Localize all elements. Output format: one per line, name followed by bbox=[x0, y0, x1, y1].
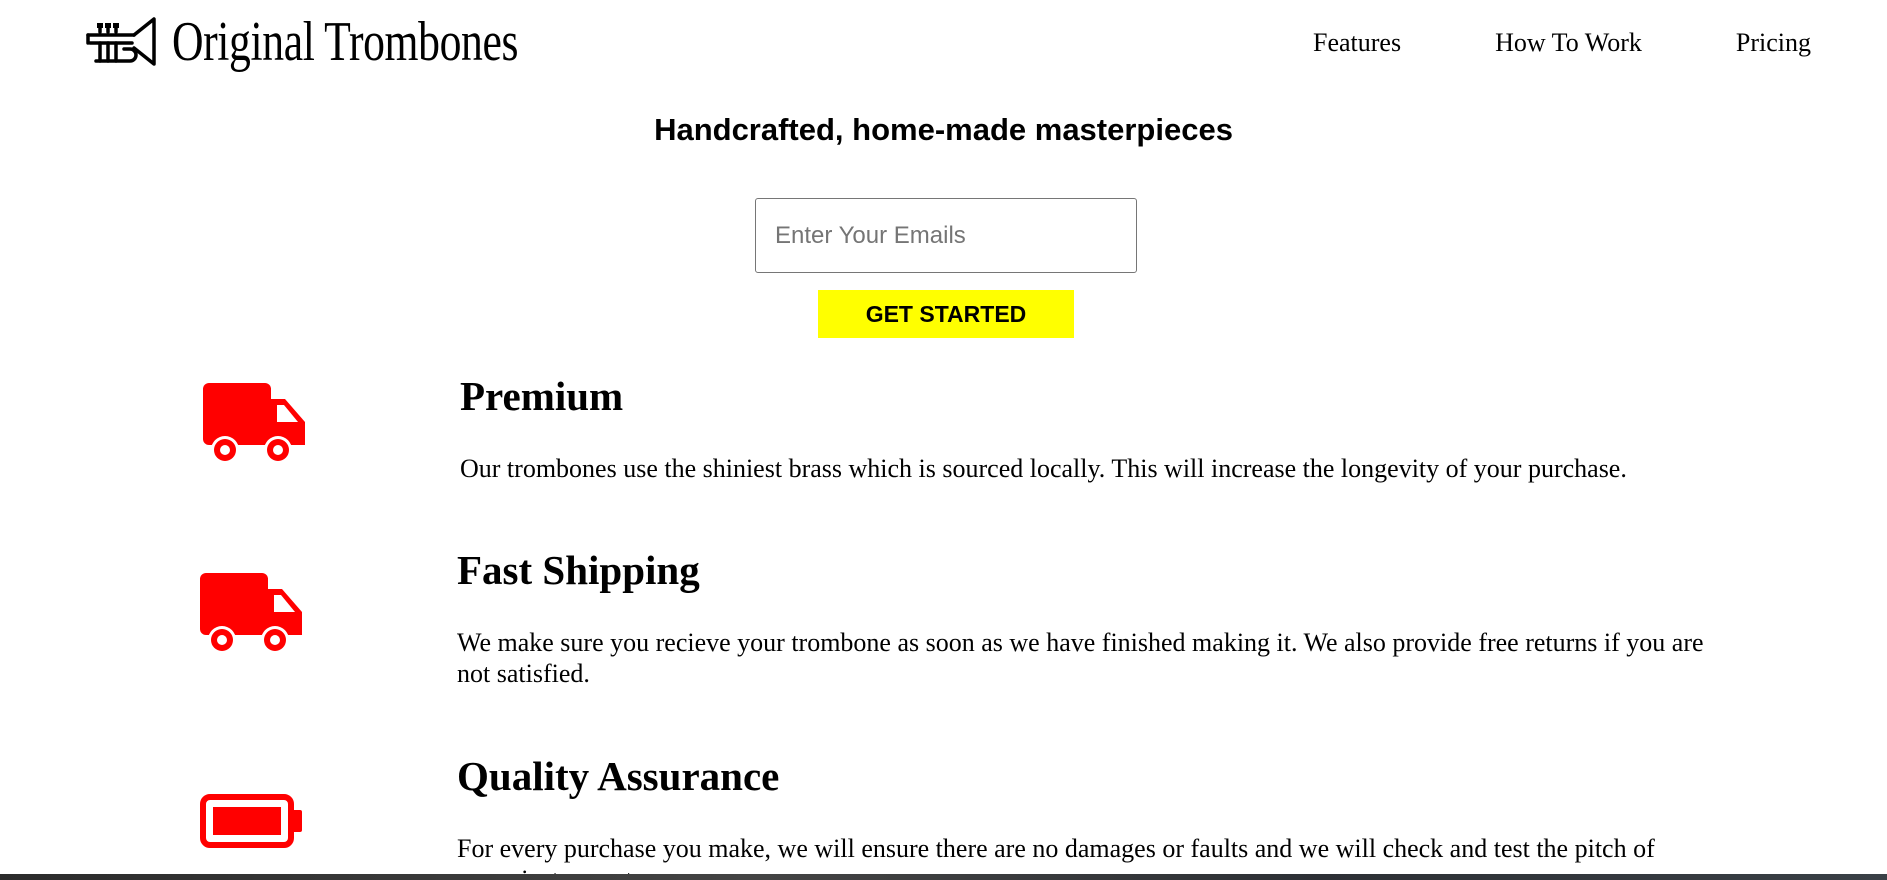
feature-title: Premium bbox=[460, 373, 624, 419]
truck-icon bbox=[203, 383, 305, 464]
main-nav: Features How To Work Pricing bbox=[1313, 28, 1811, 58]
trumpet-icon bbox=[86, 17, 156, 66]
get-started-button[interactable]: GET STARTED bbox=[818, 290, 1074, 338]
feature-title: Fast Shipping bbox=[457, 547, 700, 593]
battery-icon bbox=[200, 794, 302, 848]
hero-title: Handcrafted, home-made masterpieces bbox=[654, 112, 1233, 147]
nav-link-pricing[interactable]: Pricing bbox=[1736, 28, 1811, 58]
email-input[interactable] bbox=[755, 198, 1137, 273]
feature-title: Quality Assurance bbox=[457, 753, 780, 799]
nav-link-how-to-work[interactable]: How To Work bbox=[1495, 28, 1642, 58]
brand-name: Original Trombones bbox=[172, 11, 519, 73]
taskbar-edge bbox=[0, 874, 1887, 880]
feature-description: For every purchase you make, we will ens… bbox=[457, 834, 1655, 880]
nav-link-features[interactable]: Features bbox=[1313, 28, 1401, 58]
feature-description: Our trombones use the shiniest brass whi… bbox=[460, 454, 1627, 483]
feature-description: We make sure you recieve your trombone a… bbox=[457, 628, 1704, 688]
brand-logo[interactable]: Original Trombones bbox=[84, 12, 616, 72]
truck-icon bbox=[200, 573, 302, 654]
